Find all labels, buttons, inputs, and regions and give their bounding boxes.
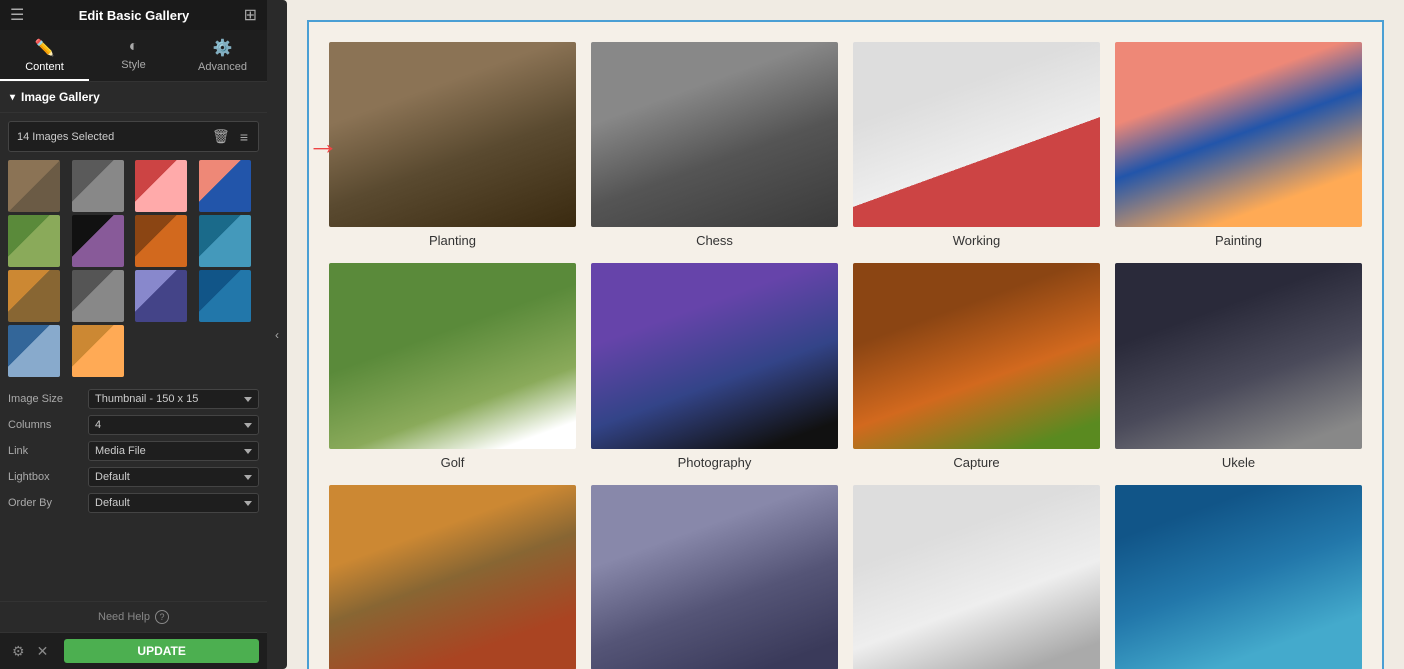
gallery-item-painting[interactable]: Painting: [1115, 42, 1362, 248]
main-content: → PlantingChessWorkingPaintingGolfPhotog…: [287, 0, 1404, 669]
collapse-handle[interactable]: ‹: [267, 0, 287, 669]
gallery-image-surfing: [1115, 485, 1362, 669]
control-select-order-by[interactable]: Default: [88, 493, 259, 513]
control-row-image-size: Image SizeThumbnail - 150 x 15: [8, 389, 259, 409]
control-row-lightbox: LightboxDefault: [8, 467, 259, 487]
gallery-item-planting[interactable]: Planting: [329, 42, 576, 248]
update-button[interactable]: UPDATE: [64, 639, 259, 663]
thumbnail-9[interactable]: [8, 270, 60, 322]
control-row-link: LinkMedia File: [8, 441, 259, 461]
control-label-image-size: Image Size: [8, 393, 88, 405]
gallery-label-golf: Golf: [441, 455, 465, 470]
gallery-image-capture: [853, 263, 1100, 448]
thumbnail-grid: [0, 156, 267, 381]
gallery-image-chess: [591, 42, 838, 227]
control-label-order-by: Order By: [8, 497, 88, 509]
sidebar: ☰ Edit Basic Gallery ⊞ ✏️ Content ◐ Styl…: [0, 0, 267, 669]
gallery-item-art[interactable]: Art: [329, 485, 576, 669]
advanced-tab-icon: ⚙️: [213, 38, 233, 58]
gallery-image-golf: [329, 263, 576, 448]
help-icon[interactable]: ?: [155, 610, 169, 624]
style-tab-icon: ◐: [129, 38, 139, 56]
tab-content[interactable]: ✏️ Content: [0, 30, 89, 81]
content-tab-icon: ✏️: [35, 38, 55, 58]
thumbnail-13[interactable]: [8, 325, 60, 377]
gallery-item-capture[interactable]: Capture: [853, 263, 1100, 469]
thumbnail-11[interactable]: [135, 270, 187, 322]
tab-style-label: Style: [121, 59, 145, 71]
control-select-image-size[interactable]: Thumbnail - 150 x 15: [88, 389, 259, 409]
control-label-link: Link: [8, 445, 88, 457]
gallery-label-photo1: Photography: [678, 455, 752, 470]
gallery-label-painting: Painting: [1215, 233, 1262, 248]
hamburger-icon[interactable]: ☰: [10, 5, 24, 25]
control-row-order-by: Order ByDefault: [8, 493, 259, 513]
gallery-label-capture: Capture: [953, 455, 999, 470]
close-icon-button[interactable]: ✕: [33, 641, 53, 662]
gallery-grid: Planting Chess Working Painting Golf Photogra…: [329, 42, 1362, 669]
gallery-item-golf[interactable]: Golf: [329, 263, 576, 469]
control-row-columns: Columns4: [8, 415, 259, 435]
gallery-item-surfing[interactable]: Surfing: [1115, 485, 1362, 669]
gallery-canvas: Planting Chess Working Painting Golf Photogra…: [307, 20, 1384, 669]
section-label: Image Gallery: [21, 90, 100, 104]
chevron-icon: ▾: [10, 92, 15, 103]
bottom-bar: ⚙ ✕ UPDATE: [0, 632, 267, 669]
gallery-item-photo1[interactable]: Photography: [591, 263, 838, 469]
gallery-image-photo2: [591, 485, 838, 669]
settings-icon-button[interactable]: ⚙: [8, 641, 29, 662]
gallery-label-working: Working: [953, 233, 1000, 248]
gallery-label-ukele: Ukele: [1222, 455, 1255, 470]
sidebar-tabs: ✏️ Content ◐ Style ⚙️ Advanced: [0, 30, 267, 82]
control-select-link[interactable]: Media File: [88, 441, 259, 461]
thumbnail-4[interactable]: [199, 160, 251, 212]
thumbnail-8[interactable]: [199, 215, 251, 267]
delete-images-button[interactable]: 🗑: [210, 126, 232, 147]
thumbnail-12[interactable]: [199, 270, 251, 322]
gallery-label-planting: Planting: [429, 233, 476, 248]
control-select-columns[interactable]: 4: [88, 415, 259, 435]
controls-panel: Image SizeThumbnail - 150 x 15Columns4Li…: [0, 381, 267, 601]
gallery-item-working[interactable]: Working: [853, 42, 1100, 248]
control-label-lightbox: Lightbox: [8, 471, 88, 483]
grid-icon[interactable]: ⊞: [244, 5, 257, 25]
sidebar-title: Edit Basic Gallery: [79, 8, 190, 23]
need-help-label: Need Help: [98, 611, 150, 623]
need-help-section: Need Help ?: [0, 601, 267, 632]
images-selected-label: 14 Images Selected: [17, 131, 204, 143]
gallery-image-ukele: [1115, 263, 1362, 448]
tab-style[interactable]: ◐ Style: [89, 30, 178, 81]
gallery-image-art: [329, 485, 576, 669]
control-label-columns: Columns: [8, 419, 88, 431]
tab-content-label: Content: [25, 61, 64, 73]
gallery-image-painting: [1115, 42, 1362, 227]
thumbnail-5[interactable]: [8, 215, 60, 267]
thumbnail-2[interactable]: [72, 160, 124, 212]
thumbnail-7[interactable]: [135, 215, 187, 267]
gallery-image-working: [853, 42, 1100, 227]
gallery-item-ukele[interactable]: Ukele: [1115, 263, 1362, 469]
tab-advanced-label: Advanced: [198, 61, 247, 73]
thumbnail-1[interactable]: [8, 160, 60, 212]
gallery-item-photo2[interactable]: Photography: [591, 485, 838, 669]
image-gallery-section[interactable]: ▾ Image Gallery: [0, 82, 267, 113]
grid-view-button[interactable]: ≡: [238, 127, 250, 147]
tab-advanced[interactable]: ⚙️ Advanced: [178, 30, 267, 81]
thumbnail-10[interactable]: [72, 270, 124, 322]
thumbnail-14[interactable]: [72, 325, 124, 377]
gallery-image-photo1: [591, 263, 838, 448]
gallery-image-planting: [329, 42, 576, 227]
thumbnail-6[interactable]: [72, 215, 124, 267]
sidebar-header: ☰ Edit Basic Gallery ⊞: [0, 0, 267, 30]
gallery-item-working2[interactable]: Working: [853, 485, 1100, 669]
control-select-lightbox[interactable]: Default: [88, 467, 259, 487]
thumbnail-3[interactable]: [135, 160, 187, 212]
gallery-image-working2: [853, 485, 1100, 669]
gallery-label-chess: Chess: [696, 233, 733, 248]
images-selected-bar: 14 Images Selected 🗑 ≡: [8, 121, 259, 152]
gallery-item-chess[interactable]: Chess: [591, 42, 838, 248]
